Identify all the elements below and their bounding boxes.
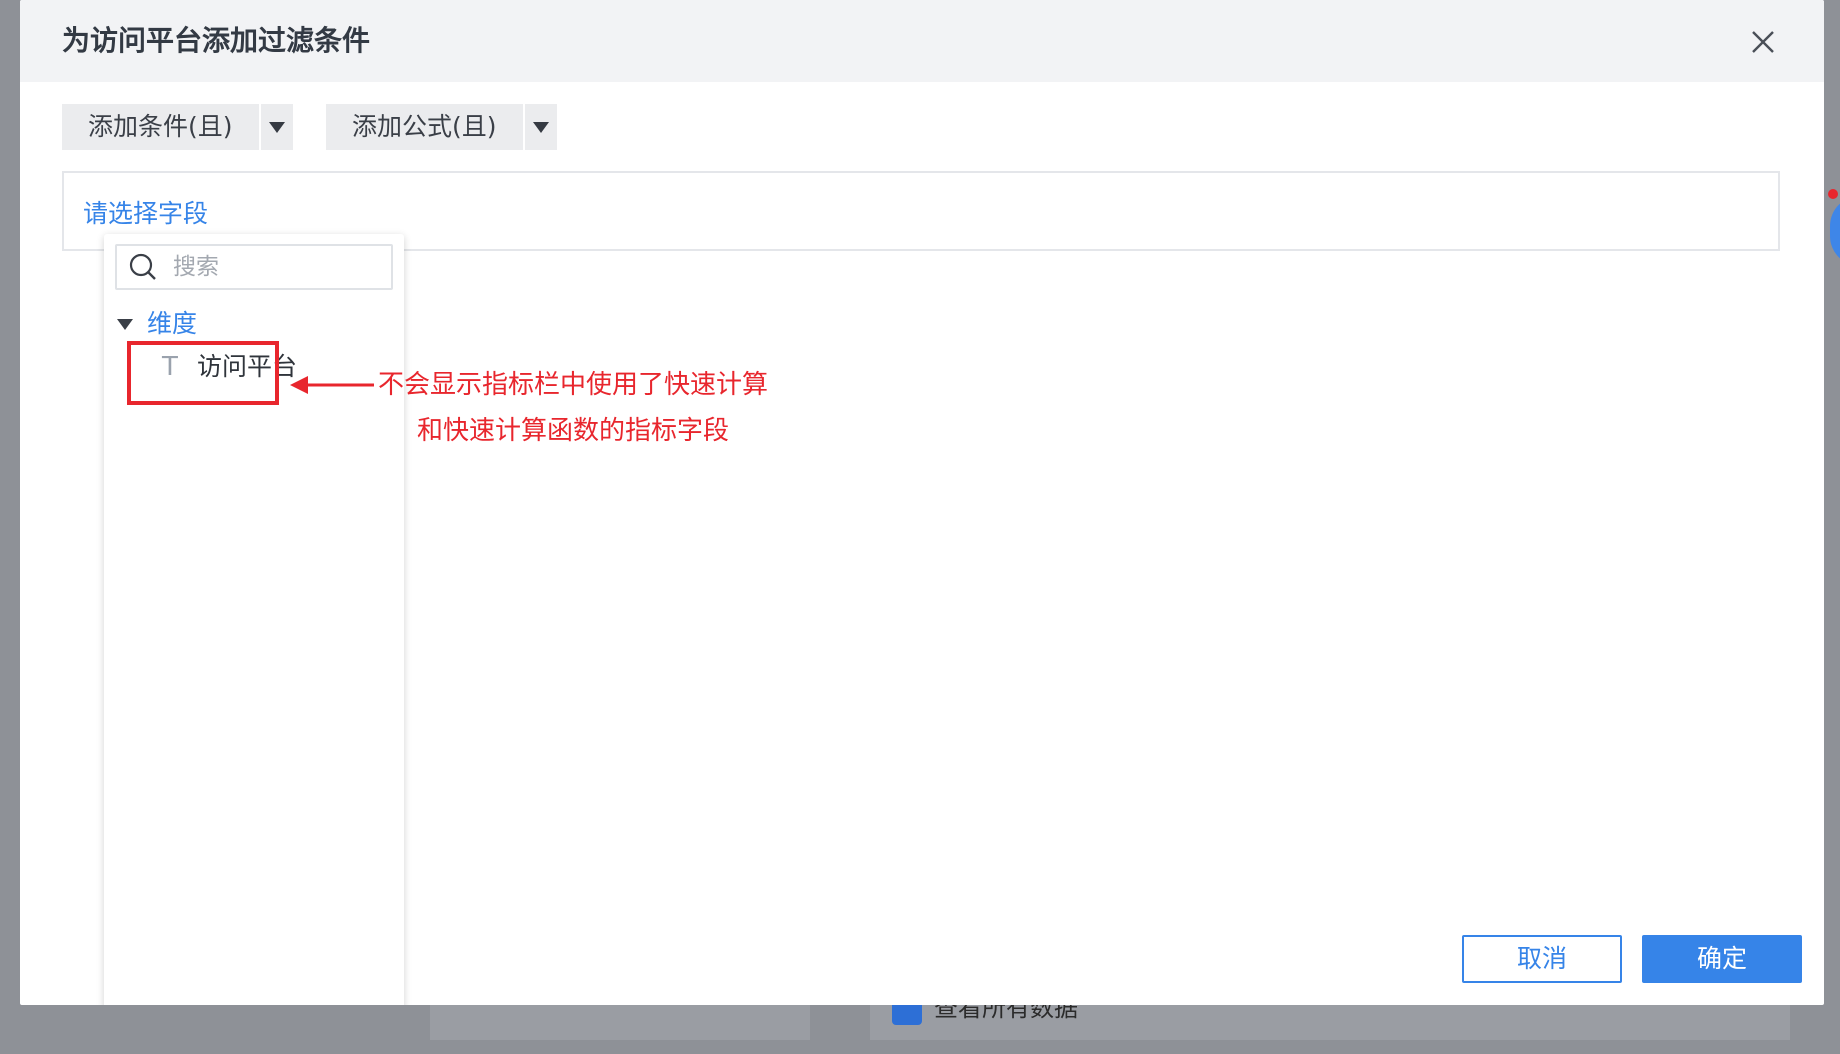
- annotation-highlight-box: [127, 341, 279, 405]
- caret-down-icon: [532, 121, 549, 133]
- add-condition-button[interactable]: 添加条件(且): [62, 104, 261, 150]
- edge-notification-dot: [1828, 189, 1838, 199]
- add-formula-button[interactable]: 添加公式(且): [326, 104, 525, 150]
- search-icon: [129, 253, 156, 280]
- tree-group-label: 维度: [147, 309, 198, 338]
- caret-down-icon: [268, 121, 285, 133]
- filter-dialog: 为访问平台添加过滤条件 添加条件(且) 添加公式(且) 请选择字段 搜索 维度 …: [20, 0, 1824, 1005]
- dialog-header: 为访问平台添加过滤条件: [20, 0, 1824, 82]
- background-panel-left: [430, 1005, 810, 1040]
- add-condition-split-button: 添加条件(且): [62, 104, 293, 150]
- add-condition-dropdown[interactable]: [261, 104, 293, 150]
- expand-triangle-icon: [117, 318, 133, 330]
- close-icon: [1752, 31, 1774, 53]
- cancel-button[interactable]: 取消: [1462, 935, 1622, 983]
- annotation-text: 不会显示指标栏中使用了快速计算和快速计算函数的指标字段: [378, 370, 769, 446]
- close-button[interactable]: [1745, 24, 1781, 60]
- add-formula-dropdown[interactable]: [525, 104, 557, 150]
- edge-collapse-handle[interactable]: [1830, 196, 1840, 266]
- arrow-left-icon: [290, 376, 374, 394]
- confirm-button[interactable]: 确定: [1642, 935, 1802, 983]
- search-input[interactable]: [171, 253, 375, 281]
- dialog-title: 为访问平台添加过滤条件: [62, 24, 371, 57]
- add-formula-split-button: 添加公式(且): [326, 104, 557, 150]
- select-field-link[interactable]: 请选择字段: [83, 196, 208, 232]
- annotation-arrow: [290, 373, 374, 397]
- tree-group-dimension[interactable]: 维度: [117, 306, 197, 342]
- search-box: [115, 244, 393, 290]
